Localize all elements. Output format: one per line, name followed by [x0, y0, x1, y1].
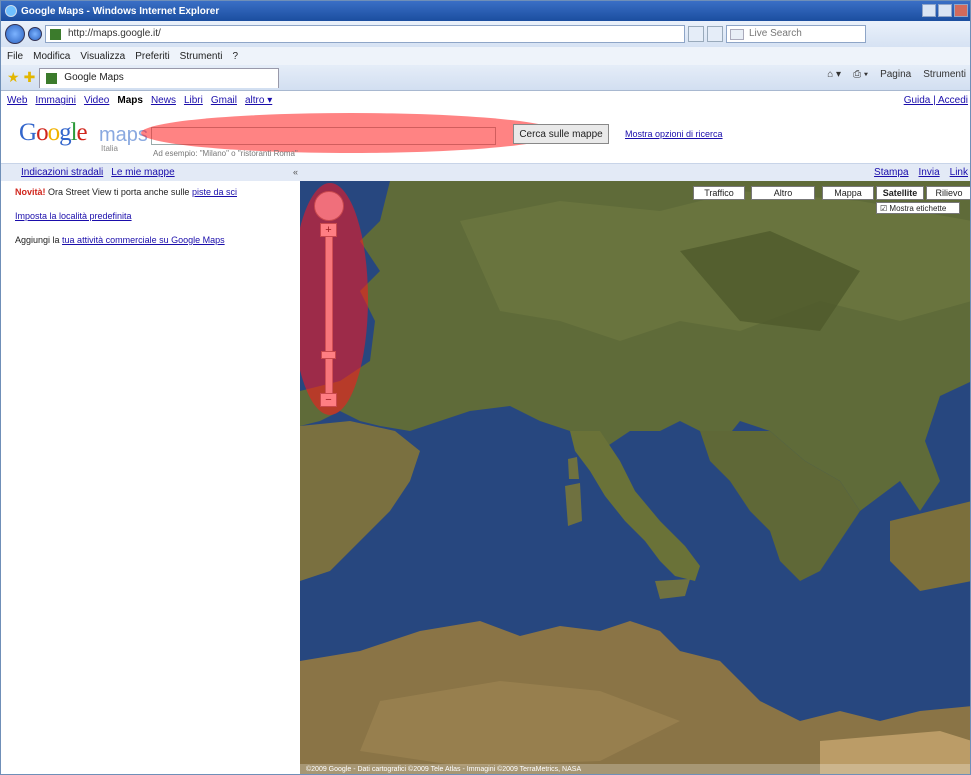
my-maps-link[interactable]: Le mie mappe	[111, 167, 174, 178]
search-maps-button[interactable]: Cerca sulle mappe	[513, 124, 609, 144]
link-link[interactable]: Link	[950, 167, 968, 178]
news-notice: Novità! Ora Street View ti porta anche s…	[15, 187, 295, 197]
ie-icon	[5, 5, 17, 17]
satellite-view-button[interactable]: Satellite	[876, 186, 924, 200]
news-label: Novità!	[15, 187, 46, 197]
menu-help[interactable]: ?	[232, 51, 238, 62]
window-title: Google Maps - Windows Internet Explorer	[21, 5, 220, 17]
menu-favorites[interactable]: Preferiti	[135, 51, 169, 62]
tab-google-maps[interactable]: Google Maps	[39, 67, 280, 88]
refresh-button[interactable]	[688, 26, 704, 42]
browser-window: Google Maps - Windows Internet Explorer …	[0, 0, 971, 775]
page-menu[interactable]: Pagina	[880, 69, 911, 80]
add-business-notice: Aggiungi la tua attività commerciale su …	[15, 235, 295, 245]
gbar-gmail[interactable]: Gmail	[211, 95, 237, 106]
traffic-button[interactable]: Traffico	[693, 186, 745, 200]
menu-file[interactable]: File	[7, 51, 23, 62]
favorites-star-icon[interactable]: ★	[7, 69, 20, 86]
search-highlight-annotation	[141, 113, 561, 153]
menu-view[interactable]: Visualizza	[80, 51, 125, 62]
live-search-icon	[730, 29, 744, 40]
tab-favicon-icon	[46, 72, 58, 84]
show-labels-checkbox[interactable]: ☑ Mostra etichette	[876, 202, 960, 214]
live-search-input[interactable]: Live Search	[726, 25, 866, 43]
default-location-link[interactable]: Imposta la località predefinita	[15, 211, 132, 221]
gbar-video[interactable]: Video	[84, 95, 109, 106]
send-link[interactable]: Invia	[919, 167, 940, 178]
add-business-link[interactable]: tua attività commerciale su Google Maps	[62, 235, 225, 245]
window-controls	[922, 4, 968, 17]
show-labels-text: Mostra etichette	[889, 204, 947, 213]
gbar-more[interactable]: altro ▾	[245, 95, 272, 106]
minimize-button[interactable]	[922, 4, 936, 17]
map-attribution: ©2009 Google - Dati cartografici ©2009 T…	[300, 764, 970, 774]
print-icon[interactable]: ⎙ ▾	[853, 69, 868, 80]
gbar-news[interactable]: News	[151, 95, 176, 106]
address-toolbar: http://maps.google.it/ Live Search	[1, 21, 970, 47]
google-bar: Web Immagini Video Maps News Libri Gmail…	[7, 95, 272, 106]
gbar-images[interactable]: Immagini	[35, 95, 76, 106]
sidebar: Novità! Ora Street View ti porta anche s…	[15, 187, 295, 259]
home-icon[interactable]: ⌂ ▾	[827, 69, 841, 80]
ski-slopes-link[interactable]: piste da sci	[192, 187, 237, 197]
stop-button[interactable]	[707, 26, 723, 42]
url-text: http://maps.google.it/	[68, 28, 161, 39]
search-options-link[interactable]: Mostra opzioni di ricerca	[625, 129, 723, 139]
menu-edit[interactable]: Modifica	[33, 51, 70, 62]
directions-link[interactable]: Indicazioni stradali	[21, 167, 103, 178]
forward-button[interactable]	[28, 27, 42, 41]
help-signin-links[interactable]: Guida | Accedi	[904, 95, 968, 106]
add-business-text: Aggiungi la	[15, 235, 63, 245]
maximize-button[interactable]	[938, 4, 952, 17]
command-bar: ⌂ ▾ ⎙ ▾ Pagina Strumenti	[827, 69, 966, 80]
search-hint: Ad esempio: "Milano" o "ristoranti Roma"	[153, 149, 298, 158]
collapse-panel-icon[interactable]: «	[293, 167, 298, 177]
menu-bar: File Modifica Visualizza Preferiti Strum…	[1, 47, 970, 65]
live-search-placeholder: Live Search	[749, 28, 802, 39]
gbar-maps: Maps	[117, 95, 143, 106]
gbar-books[interactable]: Libri	[184, 95, 203, 106]
satellite-map[interactable]: Traffico Altro Mappa Satellite Rilievo ☑…	[300, 181, 970, 774]
sub-toolbar: Indicazioni stradali Le mie mappe « Stam…	[1, 163, 970, 181]
back-button[interactable]	[5, 24, 25, 44]
tab-label: Google Maps	[64, 71, 124, 83]
gbar-web[interactable]: Web	[7, 95, 27, 106]
close-button[interactable]	[954, 4, 968, 17]
more-button[interactable]: Altro	[751, 186, 815, 200]
print-link[interactable]: Stampa	[874, 167, 908, 178]
map-imagery	[300, 181, 970, 774]
tab-bar: ★ ✚ Google Maps ⌂ ▾ ⎙ ▾ Pagina Strumenti	[1, 65, 970, 91]
title-bar: Google Maps - Windows Internet Explorer	[1, 1, 970, 21]
map-view-button[interactable]: Mappa	[822, 186, 874, 200]
news-text: Ora Street View ti porta anche sulle	[48, 187, 192, 197]
add-favorites-icon[interactable]: ✚	[24, 69, 36, 86]
tools-menu[interactable]: Strumenti	[923, 69, 966, 80]
terrain-view-button[interactable]: Rilievo	[926, 186, 970, 200]
favicon-icon	[50, 29, 61, 40]
google-logo[interactable]: Google	[19, 119, 88, 147]
logo-subtitle: Italia	[101, 144, 118, 153]
menu-tools[interactable]: Strumenti	[180, 51, 223, 62]
page-content: Web Immagini Video Maps News Libri Gmail…	[1, 91, 970, 774]
address-field[interactable]: http://maps.google.it/	[45, 25, 685, 43]
